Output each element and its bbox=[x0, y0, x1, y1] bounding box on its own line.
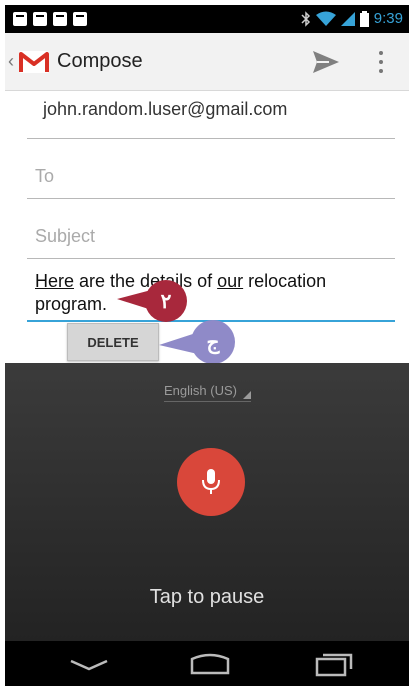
home-icon[interactable] bbox=[188, 651, 232, 677]
notification-icon bbox=[13, 12, 27, 26]
status-time: 9:39 bbox=[373, 10, 403, 27]
compose-form: john.random.luser@gmail.com To Subject H… bbox=[5, 91, 409, 364]
back-icon[interactable] bbox=[67, 651, 111, 677]
callout-badge: ج bbox=[191, 320, 235, 364]
status-bar: 9:39 bbox=[5, 5, 409, 33]
to-field[interactable]: To bbox=[35, 166, 54, 187]
delete-button[interactable]: DELETE bbox=[67, 323, 159, 361]
notification-icon bbox=[73, 12, 87, 26]
phone-screen: 9:39 ‹ Compose john.random.luser@gmail.c… bbox=[5, 5, 409, 686]
status-icons: 9:39 bbox=[301, 10, 403, 27]
body-word: Here bbox=[35, 271, 75, 291]
language-label: English (US) bbox=[164, 383, 237, 398]
up-caret-icon[interactable]: ‹ bbox=[8, 51, 14, 72]
language-selector[interactable]: English (US) bbox=[164, 383, 251, 402]
action-bar: ‹ Compose bbox=[5, 33, 409, 91]
wifi-icon bbox=[315, 11, 336, 26]
notification-icon bbox=[53, 12, 67, 26]
signal-icon bbox=[340, 11, 355, 26]
navigation-bar bbox=[5, 641, 409, 686]
send-icon[interactable] bbox=[311, 49, 341, 75]
divider bbox=[27, 138, 395, 139]
voice-status[interactable]: Tap to pause bbox=[5, 586, 409, 609]
body-text: relocation bbox=[243, 271, 327, 291]
battery-icon bbox=[359, 10, 369, 27]
notification-icon bbox=[33, 12, 47, 26]
overflow-menu-icon[interactable] bbox=[375, 49, 387, 75]
notification-icons bbox=[13, 12, 87, 26]
voice-input-panel: English (US) Tap to pause bbox=[5, 363, 409, 641]
page-title: Compose bbox=[57, 50, 143, 72]
microphone-icon bbox=[202, 469, 220, 494]
bluetooth-icon bbox=[301, 10, 310, 27]
gmail-icon[interactable] bbox=[19, 51, 49, 73]
body-text: program. bbox=[35, 294, 108, 314]
message-body[interactable]: Here are the details of our relocation p… bbox=[35, 270, 375, 316]
callout-badge: ٢ bbox=[145, 280, 187, 322]
subject-field[interactable]: Subject bbox=[35, 226, 95, 247]
body-word: our bbox=[217, 271, 244, 291]
divider bbox=[27, 198, 395, 199]
dropdown-triangle-icon bbox=[242, 391, 251, 399]
divider bbox=[27, 258, 395, 259]
microphone-button[interactable] bbox=[177, 448, 245, 516]
recents-icon[interactable] bbox=[311, 651, 355, 677]
from-account[interactable]: john.random.luser@gmail.com bbox=[43, 99, 287, 120]
